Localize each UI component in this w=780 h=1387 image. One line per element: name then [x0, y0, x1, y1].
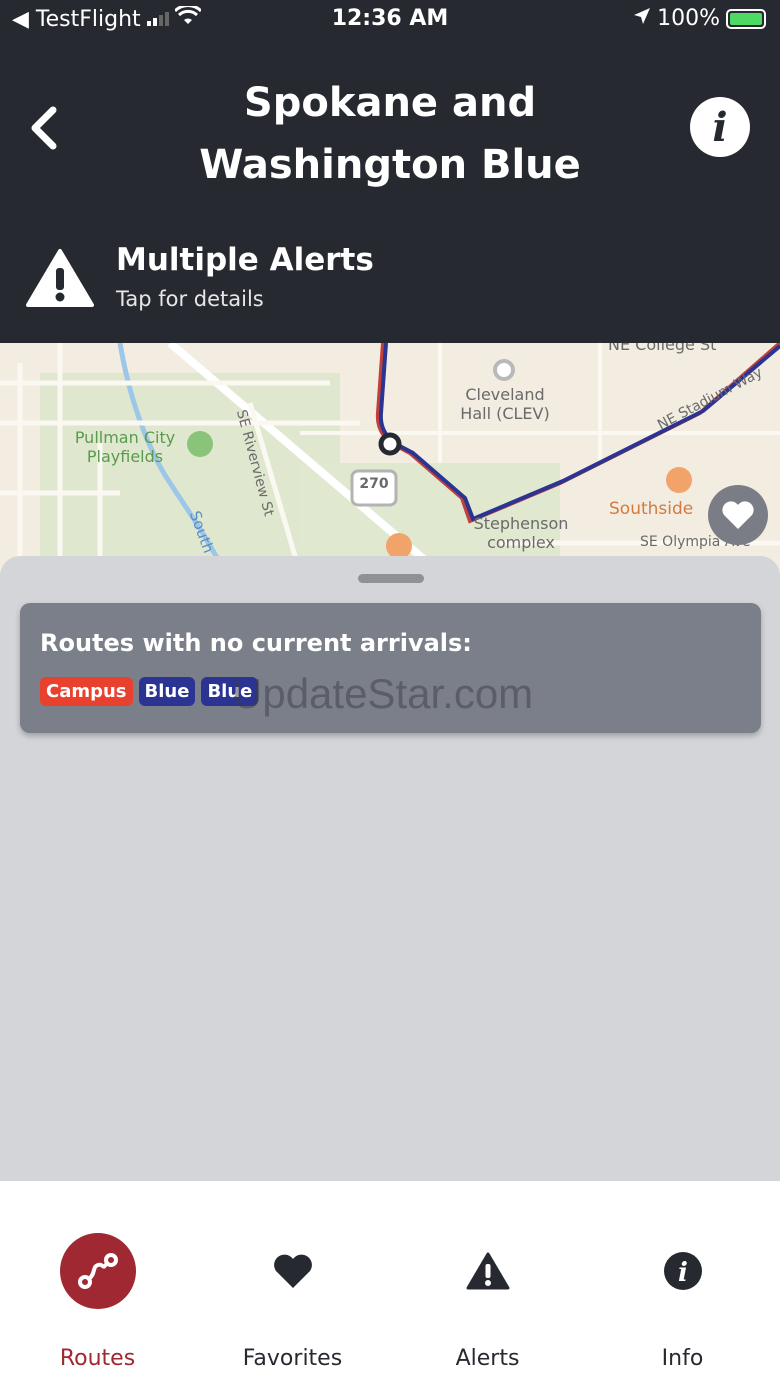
card-title: Routes with no current arrivals:	[40, 629, 472, 657]
tab-favorites[interactable]: Favorites	[195, 1181, 390, 1387]
warning-icon	[26, 249, 94, 307]
location-arrow-icon	[633, 6, 651, 31]
bottom-sheet[interactable]: Routes with no current arrivals: Campus …	[0, 556, 780, 1181]
route-chip[interactable]: Blue	[138, 677, 196, 706]
watermark: UpdateStar.com	[232, 670, 534, 717]
route-shield-label: 270	[359, 476, 389, 492]
route-icon	[59, 1233, 136, 1309]
route-map[interactable]: NE College St Cleveland Hall (CLEV) Pull…	[0, 343, 780, 573]
tab-alerts[interactable]: Alerts	[390, 1181, 585, 1387]
tab-label: Alerts	[455, 1346, 520, 1371]
tab-bar: Routes Favorites Alerts i Info	[0, 1181, 780, 1387]
info-icon: i	[712, 103, 728, 151]
favorite-button[interactable]	[708, 485, 768, 545]
route-chip[interactable]: Campus	[40, 677, 133, 706]
tab-label: Favorites	[242, 1346, 343, 1371]
heart-icon	[255, 1233, 331, 1309]
map-label-southside: Southside	[609, 499, 694, 519]
sheet-grabber[interactable]	[358, 574, 424, 583]
warning-icon	[450, 1233, 526, 1309]
page-title: Spokane and Washington Blue	[199, 80, 581, 188]
info-button[interactable]: i	[690, 97, 750, 157]
alerts-banner[interactable]: Multiple Alerts Tap for details	[0, 240, 780, 320]
heart-icon	[722, 501, 754, 529]
tab-label: Routes	[59, 1346, 136, 1371]
header: ◀ TestFlight 12:36 AM 100% Spokane and W…	[0, 0, 780, 343]
map-label-college: NE College St	[608, 343, 717, 354]
battery-percent: 100%	[657, 6, 720, 31]
battery-icon	[726, 8, 766, 29]
map-label-cleveland: Cleveland Hall (CLEV)	[460, 385, 550, 423]
alert-title: Multiple Alerts	[116, 242, 374, 278]
route-chips: Campus Blue Blue	[40, 677, 259, 706]
status-right: 100%	[633, 6, 766, 31]
chevron-left-icon	[31, 106, 57, 150]
back-button[interactable]	[20, 100, 68, 156]
status-bar: ◀ TestFlight 12:36 AM 100%	[0, 0, 780, 40]
tab-label: Info	[661, 1346, 704, 1371]
info-icon: i	[645, 1233, 721, 1309]
alert-subtitle: Tap for details	[116, 287, 264, 311]
map-label-pullman: Pullman City Playfields	[74, 428, 176, 466]
svg-text:i: i	[678, 1258, 688, 1288]
map-label-stephenson: Stephenson complex	[473, 514, 569, 552]
tab-info[interactable]: i Info	[585, 1181, 780, 1387]
tab-routes[interactable]: Routes	[0, 1181, 195, 1387]
